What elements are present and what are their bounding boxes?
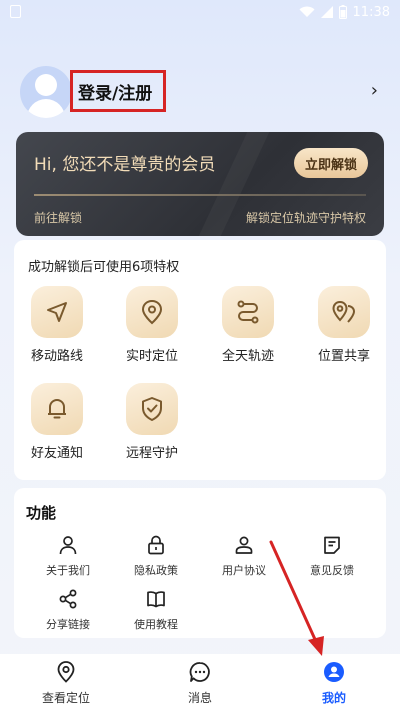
privilege-label: 位置共享 (317, 349, 370, 364)
nav-item-messages[interactable]: 消息 (150, 660, 250, 706)
location-pin-icon (126, 286, 178, 338)
function-item-share-link[interactable]: 分享链接 (28, 586, 108, 632)
go-unlock-link[interactable]: 前往解锁 (34, 209, 82, 226)
avatar[interactable] (20, 66, 72, 118)
login-register-link[interactable]: 登录/注册 (70, 70, 166, 112)
privilege-item-location-share[interactable]: 位置共享 (304, 286, 384, 364)
profile-header[interactable]: 登录/注册 › (0, 62, 400, 120)
privilege-item-friend-notify[interactable]: 好友通知 (17, 383, 97, 461)
status-bar: 11:38 (0, 0, 400, 24)
privilege-label: 实时定位 (125, 349, 178, 364)
vip-title: Hi, 您还不是尊贵的会员 (34, 155, 216, 175)
privilege-item-all-day-track[interactable]: 全天轨迹 (208, 286, 288, 364)
privilege-label: 全天轨迹 (221, 349, 274, 364)
shield-check-icon (126, 383, 178, 435)
person-icon (55, 532, 81, 558)
privilege-item-realtime-location[interactable]: 实时定位 (112, 286, 192, 364)
functions-title: 功能 (26, 504, 57, 522)
wifi-icon (299, 6, 315, 17)
function-item-tutorial[interactable]: 使用教程 (116, 586, 196, 632)
lock-icon (143, 532, 169, 558)
nav-item-view-location[interactable]: 查看定位 (16, 660, 116, 706)
message-icon (188, 660, 212, 684)
nav-label: 我的 (321, 691, 346, 705)
privilege-label: 远程守护 (125, 446, 178, 461)
user-card-icon (231, 532, 257, 558)
nav-label: 消息 (187, 691, 212, 705)
function-item-about-us[interactable]: 关于我们 (28, 532, 108, 578)
privileges-title: 成功解锁后可使用6项特权 (28, 260, 180, 275)
privilege-item-remote-guard[interactable]: 远程守护 (112, 383, 192, 461)
unlock-now-button[interactable]: 立即解锁 (294, 148, 368, 178)
location-pin-icon (54, 660, 78, 684)
signal-icon (320, 6, 333, 18)
battery-icon (338, 5, 347, 19)
function-label: 用户协议 (222, 564, 266, 577)
chevron-right-icon[interactable]: › (371, 80, 378, 101)
function-item-user-agreement[interactable]: 用户协议 (204, 532, 284, 578)
book-icon (143, 586, 169, 612)
login-register-label: 登录/注册 (78, 83, 153, 104)
share-icon (55, 586, 81, 612)
feedback-icon (319, 532, 345, 558)
status-time: 11:38 (352, 4, 390, 20)
functions-card: 功能 关于我们 隐私政策 用户协议 意见反馈 分享链接 使用教程 (14, 488, 386, 638)
vip-benefit-text: 解锁定位轨迹守护特权 (245, 211, 366, 225)
nav-item-mine[interactable]: 我的 (284, 660, 384, 706)
privilege-label: 移动路线 (30, 349, 83, 364)
function-label: 使用教程 (134, 618, 178, 631)
notification-icon (10, 5, 21, 18)
function-label: 意见反馈 (310, 564, 354, 577)
route-track-icon (222, 286, 274, 338)
privilege-item-move-route[interactable]: 移动路线 (17, 286, 97, 364)
function-item-feedback[interactable]: 意见反馈 (292, 532, 372, 578)
bottom-nav: 查看定位 消息 我的 (0, 654, 400, 712)
profile-icon (322, 660, 346, 684)
function-label: 隐私政策 (134, 564, 178, 577)
shared-location-icon (318, 286, 370, 338)
function-label: 关于我们 (46, 564, 90, 577)
nav-label: 查看定位 (41, 691, 90, 705)
bell-icon (31, 383, 83, 435)
function-item-privacy-policy[interactable]: 隐私政策 (116, 532, 196, 578)
privileges-card: 成功解锁后可使用6项特权 移动路线 实时定位 全天轨迹 位置共享 好友通知 远程… (14, 240, 386, 480)
vip-card[interactable]: Hi, 您还不是尊贵的会员 立即解锁 前往解锁 解锁定位轨迹守护特权 (16, 132, 384, 236)
navigation-arrow-icon (31, 286, 83, 338)
function-label: 分享链接 (46, 618, 90, 631)
vip-divider (34, 194, 366, 196)
privilege-label: 好友通知 (30, 446, 83, 461)
